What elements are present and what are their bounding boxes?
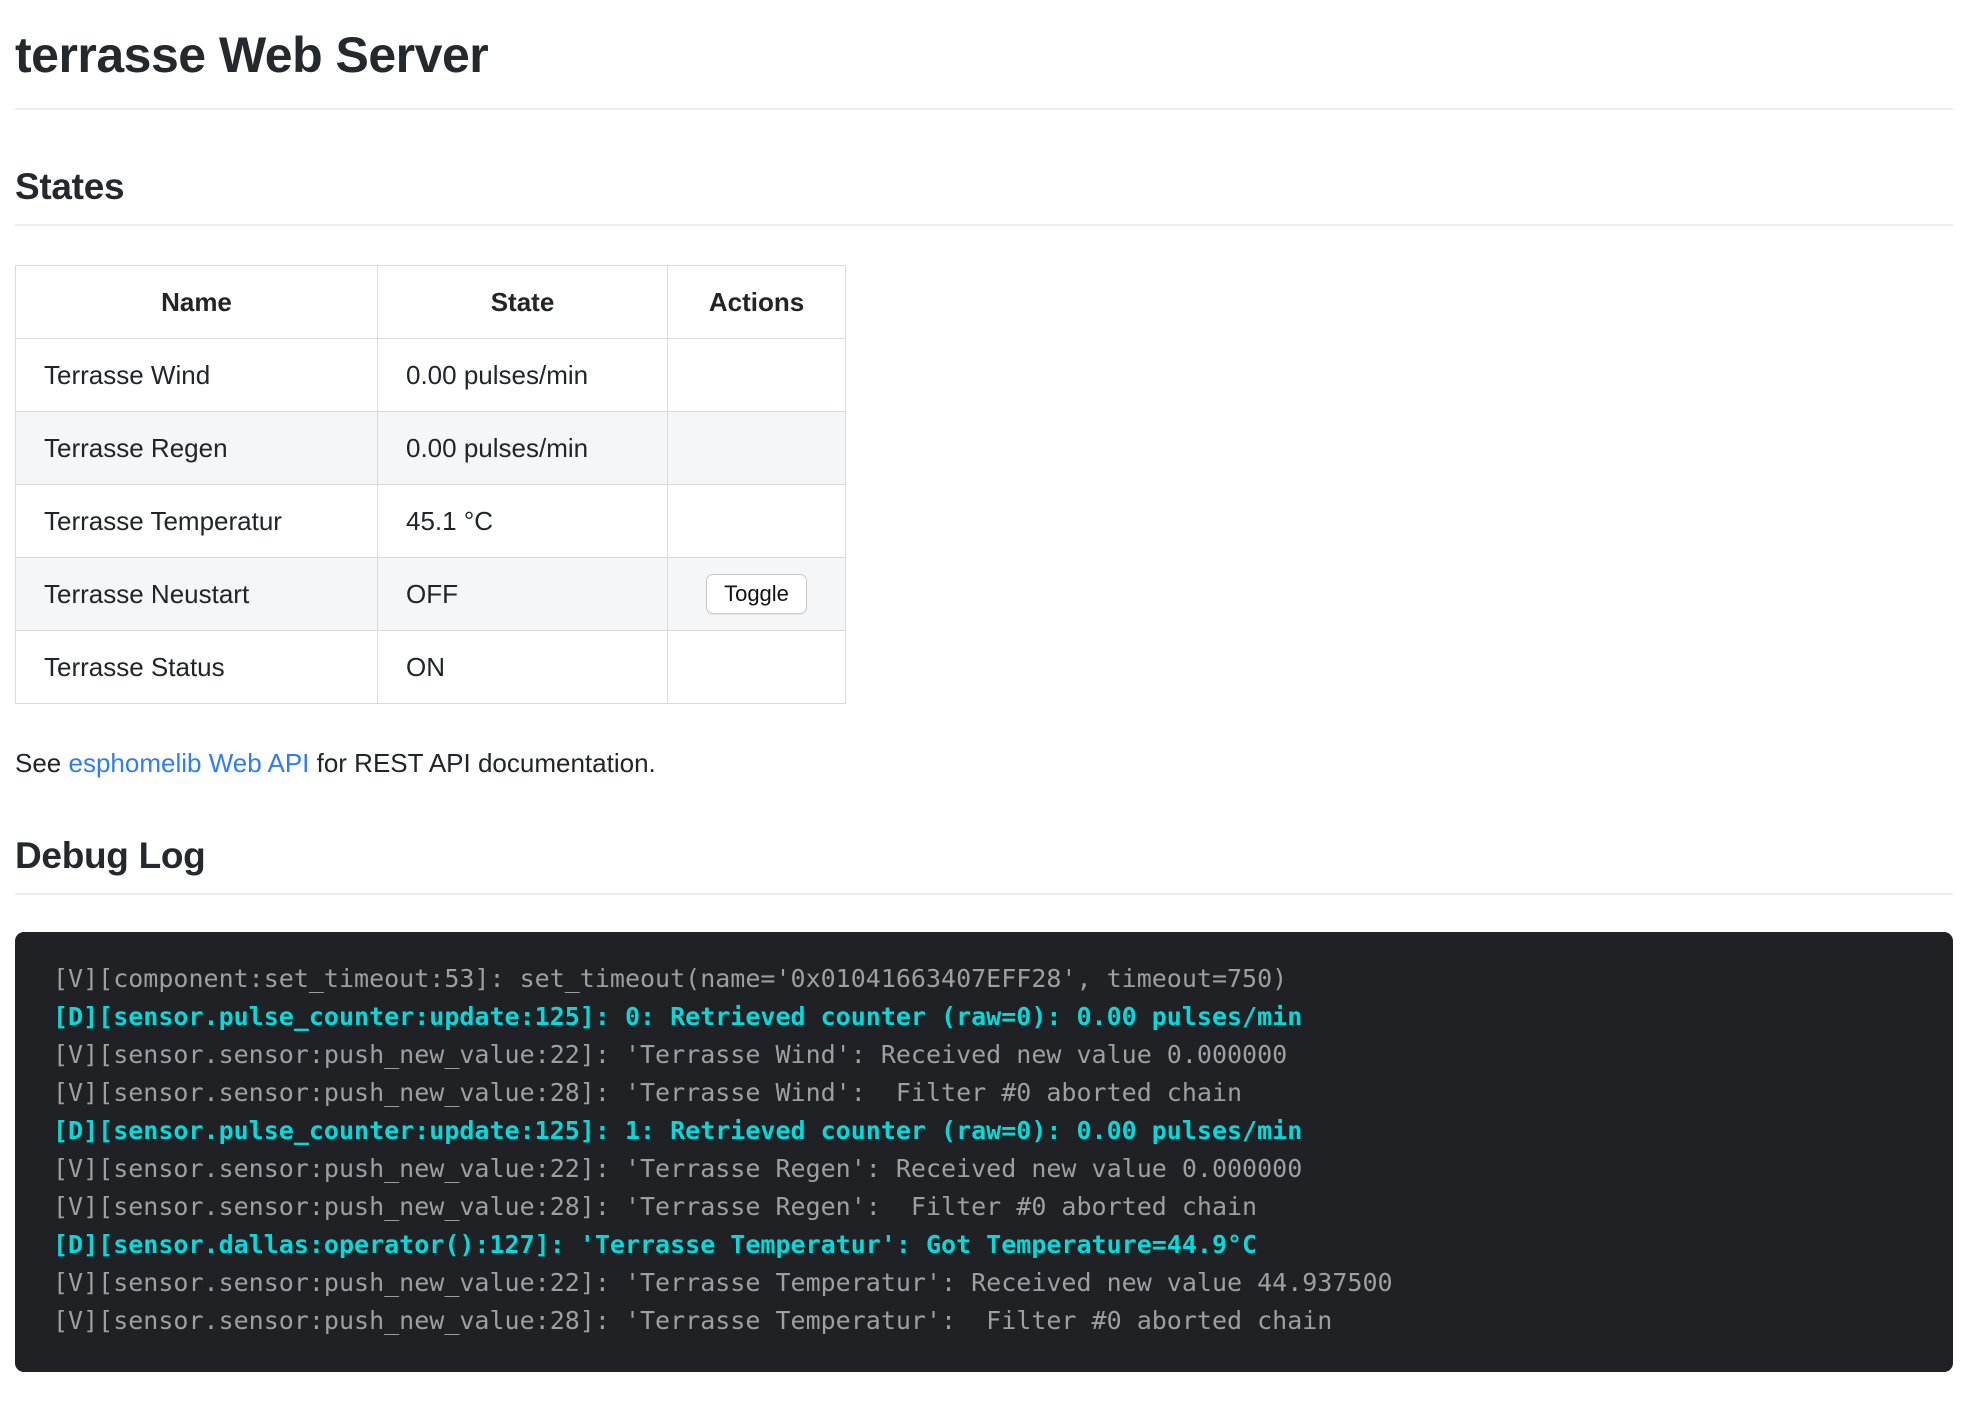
table-row: Terrasse Wind0.00 pulses/min <box>16 339 846 412</box>
state-name-cell: Terrasse Regen <box>16 412 378 485</box>
actions-cell: Toggle <box>668 558 846 631</box>
actions-cell <box>668 485 846 558</box>
state-value-cell: 0.00 pulses/min <box>378 339 668 412</box>
api-note: See esphomelib Web API for REST API docu… <box>15 748 1953 779</box>
log-line: [V][sensor.sensor:push_new_value:28]: 'T… <box>53 1302 1933 1340</box>
table-row: Terrasse Regen0.00 pulses/min <box>16 412 846 485</box>
column-header-state: State <box>378 266 668 339</box>
states-table: Name State Actions Terrasse Wind0.00 pul… <box>15 265 846 704</box>
log-line: [V][sensor.sensor:push_new_value:22]: 'T… <box>53 1036 1933 1074</box>
log-line: [V][sensor.sensor:push_new_value:28]: 'T… <box>53 1074 1933 1112</box>
toggle-button[interactable]: Toggle <box>706 574 807 614</box>
title-divider <box>15 108 1953 110</box>
log-line: [V][sensor.sensor:push_new_value:22]: 'T… <box>53 1150 1933 1188</box>
api-note-prefix: See <box>15 748 69 778</box>
esphomelib-web-api-link[interactable]: esphomelib Web API <box>69 748 310 778</box>
page-title: terrasse Web Server <box>15 26 1953 84</box>
actions-cell <box>668 339 846 412</box>
states-table-body: Terrasse Wind0.00 pulses/minTerrasse Reg… <box>16 339 846 704</box>
log-line: [D][sensor.dallas:operator():127]: 'Terr… <box>53 1226 1933 1264</box>
log-line: [D][sensor.pulse_counter:update:125]: 1:… <box>53 1112 1933 1150</box>
states-heading: States <box>15 166 1953 208</box>
state-name-cell: Terrasse Neustart <box>16 558 378 631</box>
column-header-actions: Actions <box>668 266 846 339</box>
table-header-row: Name State Actions <box>16 266 846 339</box>
state-name-cell: Terrasse Status <box>16 631 378 704</box>
state-value-cell: 0.00 pulses/min <box>378 412 668 485</box>
debug-divider <box>15 893 1953 895</box>
log-line: [V][sensor.sensor:push_new_value:28]: 'T… <box>53 1188 1933 1226</box>
state-value-cell: ON <box>378 631 668 704</box>
state-value-cell: 45.1 °C <box>378 485 668 558</box>
states-divider <box>15 224 1953 226</box>
actions-cell <box>668 412 846 485</box>
actions-cell <box>668 631 846 704</box>
state-value-cell: OFF <box>378 558 668 631</box>
log-line: [D][sensor.pulse_counter:update:125]: 0:… <box>53 998 1933 1036</box>
state-name-cell: Terrasse Temperatur <box>16 485 378 558</box>
log-line: [V][sensor.sensor:push_new_value:22]: 'T… <box>53 1264 1933 1302</box>
table-row: Terrasse Temperatur45.1 °C <box>16 485 846 558</box>
page-root: terrasse Web Server States Name State Ac… <box>0 0 1968 1412</box>
log-line: [V][component:set_timeout:53]: set_timeo… <box>53 960 1933 998</box>
table-row: Terrasse StatusON <box>16 631 846 704</box>
debug-log-output: [V][component:set_timeout:53]: set_timeo… <box>15 932 1953 1372</box>
column-header-name: Name <box>16 266 378 339</box>
table-row: Terrasse NeustartOFF Toggle <box>16 558 846 631</box>
debug-log-heading: Debug Log <box>15 835 1953 877</box>
state-name-cell: Terrasse Wind <box>16 339 378 412</box>
api-note-suffix: for REST API documentation. <box>309 748 655 778</box>
